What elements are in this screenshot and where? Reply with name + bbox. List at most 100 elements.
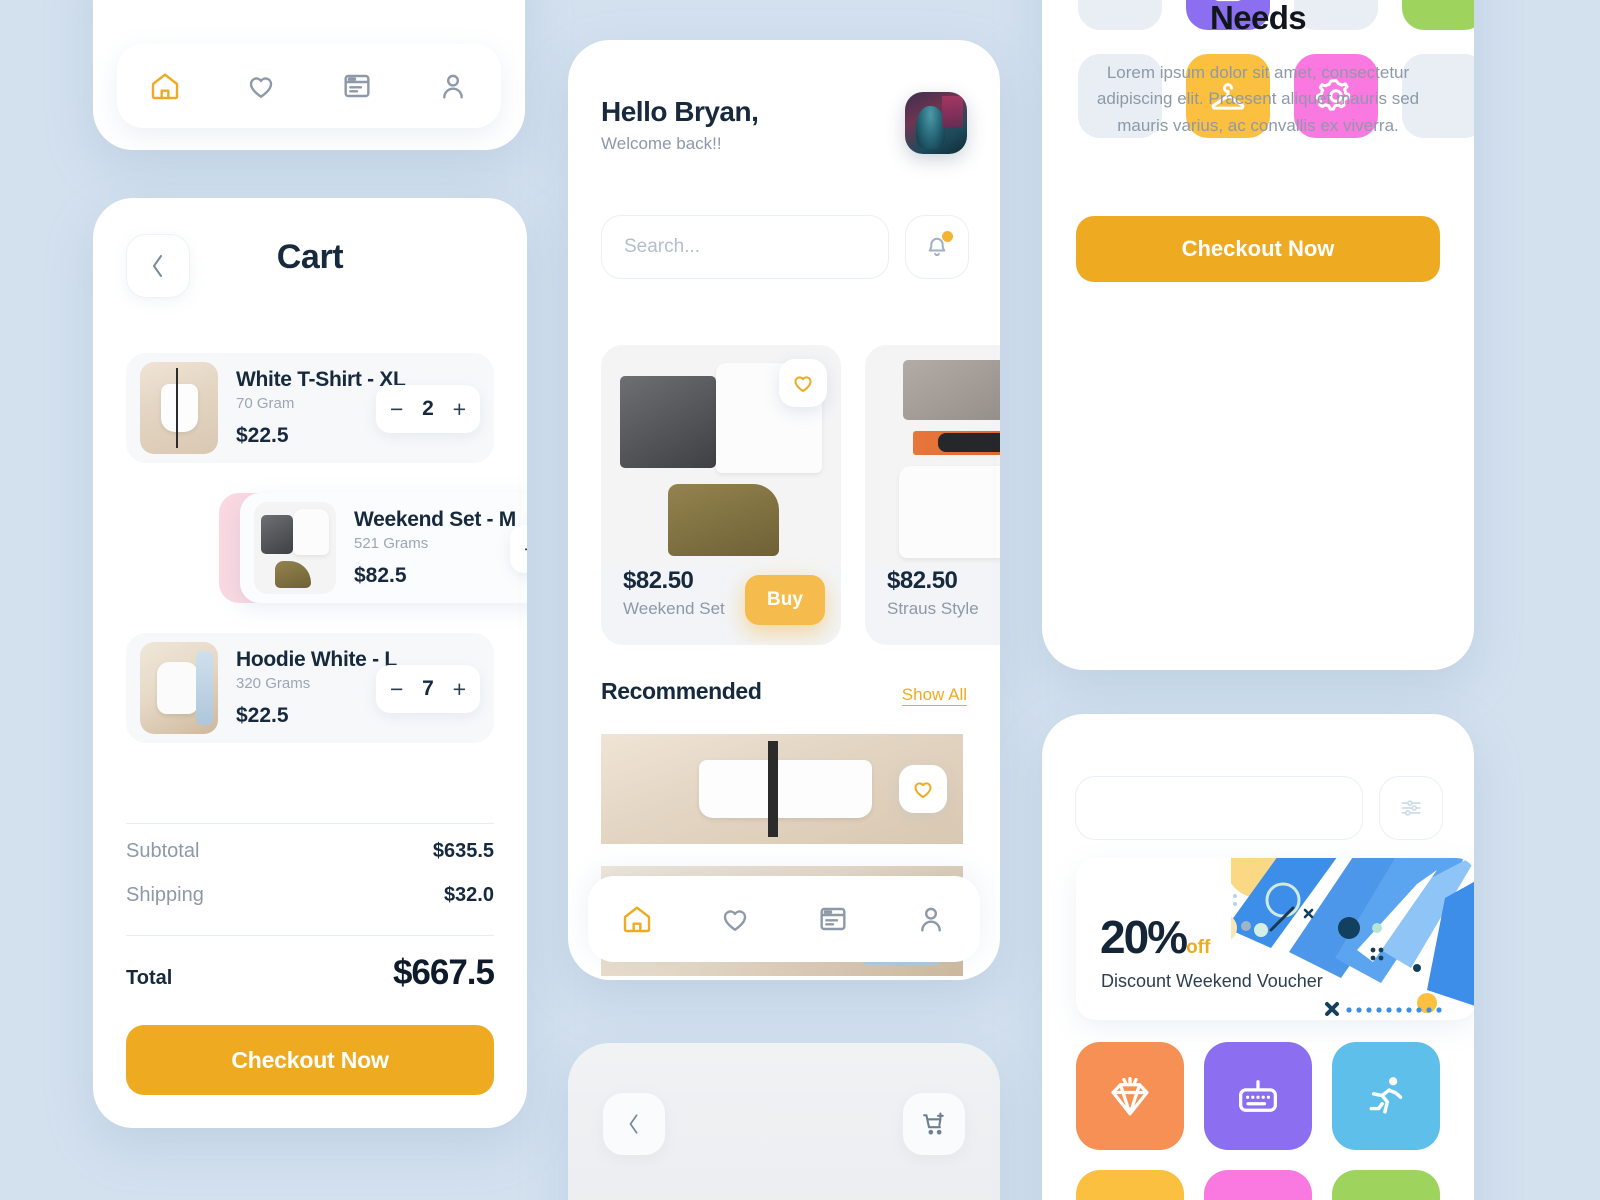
filter-button[interactable] bbox=[1379, 776, 1443, 840]
product-thumbnail bbox=[601, 734, 963, 844]
detail-back-button[interactable] bbox=[603, 1093, 665, 1155]
search-input[interactable] bbox=[1100, 797, 1345, 819]
quantity-stepper[interactable]: − 2 + bbox=[376, 385, 480, 433]
divider bbox=[126, 935, 494, 936]
total-value: $667.5 bbox=[392, 953, 495, 992]
running-icon bbox=[1369, 1077, 1403, 1114]
bottom-navbar bbox=[117, 44, 501, 128]
diamond-icon bbox=[1111, 1076, 1149, 1116]
voucher-artwork bbox=[1231, 858, 1474, 1020]
add-to-cart-button[interactable] bbox=[903, 1093, 965, 1155]
add-to-cart-icon bbox=[923, 1112, 944, 1135]
voucher-card[interactable]: 20%off Discount Weekend Voucher bbox=[1076, 858, 1474, 1020]
product-detail-panel bbox=[568, 1043, 1000, 1200]
cart-panel: Cart White T-Shirt - XL 70 Gram $22.5 − … bbox=[93, 198, 527, 1128]
category-tile-pink[interactable] bbox=[1204, 1170, 1312, 1200]
app-stage: Cart White T-Shirt - XL 70 Gram $22.5 − … bbox=[0, 0, 1600, 1200]
join-body-text: Lorem ipsum dolor sit amet, consectetur … bbox=[1096, 63, 1420, 135]
nav-user-icon[interactable] bbox=[436, 69, 470, 103]
voucher-off-label: off bbox=[1186, 937, 1211, 958]
qty-increment-button[interactable]: + bbox=[453, 676, 466, 703]
cart-row-foreground[interactable]: Weekend Set - M 521 Grams $82.5 − 3 + bbox=[240, 493, 527, 603]
notification-button[interactable] bbox=[905, 215, 969, 279]
cart-item-price: $82.5 bbox=[354, 564, 407, 587]
nav-heart-icon[interactable] bbox=[244, 69, 278, 103]
product-card-0[interactable]: $82.50 Weekend Set Buy bbox=[601, 345, 841, 645]
category-tile-green[interactable] bbox=[1332, 1170, 1440, 1200]
quantity-stepper[interactable]: − 7 + bbox=[376, 665, 480, 713]
summary-label: Shipping bbox=[126, 884, 204, 906]
cart-row-2[interactable]: Hoodie White - L 320 Grams $22.5 − 7 + bbox=[126, 633, 494, 743]
category-tile-yellow[interactable] bbox=[1076, 1170, 1184, 1200]
qty-decrement-button[interactable]: − bbox=[524, 536, 527, 563]
recommended-item-0[interactable]: White T-Shirt Combad 24s $22.50 $30.00 bbox=[601, 734, 963, 844]
join-checkout-button[interactable]: Checkout Now bbox=[1076, 216, 1440, 282]
summary-row-shipping: Shipping $32.0 bbox=[126, 884, 494, 907]
total-row: Total $667.5 bbox=[126, 953, 495, 993]
greeting-subtitle: Welcome back!! bbox=[601, 134, 722, 153]
favorite-button[interactable] bbox=[779, 359, 827, 407]
cart-item-weight: 521 Grams bbox=[354, 535, 429, 552]
left-nav-panel bbox=[93, 0, 525, 150]
quantity-stepper[interactable]: − 3 + bbox=[510, 525, 527, 573]
product-name: Straus Style bbox=[887, 599, 979, 618]
qty-increment-button[interactable]: + bbox=[453, 396, 466, 423]
join-title: Let's Join & Find Your Needs bbox=[1209, 0, 1307, 36]
favorite-button[interactable] bbox=[899, 765, 947, 813]
divider bbox=[126, 823, 494, 824]
search-bar[interactable] bbox=[1075, 776, 1363, 840]
avatar[interactable] bbox=[905, 92, 967, 154]
search-bar[interactable] bbox=[601, 215, 889, 279]
nav-heart-icon[interactable] bbox=[718, 902, 752, 936]
voucher-caption: Discount Weekend Voucher bbox=[1101, 971, 1323, 991]
nav-home-icon[interactable] bbox=[148, 69, 182, 103]
home-panel: Hello Bryan, Welcome back!! $82.50 Weeke… bbox=[568, 40, 1000, 980]
product-card-1[interactable]: $82.50 Straus Style bbox=[865, 345, 1000, 645]
qty-value: 2 bbox=[422, 397, 434, 420]
category-tile-keyboard[interactable] bbox=[1204, 1042, 1312, 1150]
greeting-block: Hello Bryan, Welcome back!! bbox=[601, 96, 759, 154]
cart-item-name: Weekend Set - M bbox=[354, 508, 516, 531]
search-input[interactable] bbox=[624, 236, 869, 258]
category-tile-grid-2 bbox=[1076, 1042, 1440, 1200]
nav-user-icon[interactable] bbox=[914, 902, 948, 936]
chevron-left-icon bbox=[629, 1114, 638, 1134]
voucher-percent: 20%off bbox=[1100, 911, 1211, 963]
heart-icon bbox=[794, 376, 812, 392]
product-footer: $82.50 Straus Style bbox=[865, 559, 1000, 645]
product-price: $82.50 bbox=[887, 567, 958, 594]
notification-badge bbox=[942, 231, 953, 242]
qty-decrement-button[interactable]: − bbox=[390, 676, 403, 703]
home-bottom-navbar bbox=[588, 876, 980, 962]
greeting-title: Hello Bryan, bbox=[601, 96, 759, 127]
product-thumbnail bbox=[140, 642, 218, 734]
qty-value: 7 bbox=[422, 677, 434, 700]
category-tile-diamond[interactable] bbox=[1076, 1042, 1184, 1150]
nav-browser-icon[interactable] bbox=[340, 69, 374, 103]
cart-row-0[interactable]: White T-Shirt - XL 70 Gram $22.5 − 2 + bbox=[126, 353, 494, 463]
qty-decrement-button[interactable]: − bbox=[390, 396, 403, 423]
checkout-button[interactable]: Checkout Now bbox=[126, 1025, 494, 1095]
recommended-heading: Recommended bbox=[601, 678, 762, 704]
product-thumbnail bbox=[140, 362, 218, 454]
categories-panel: Let's Join & Find Your Needs Lorem ipsum… bbox=[1042, 0, 1474, 670]
summary-row-subtotal: Subtotal $635.5 bbox=[126, 840, 494, 863]
buy-button[interactable]: Buy bbox=[745, 575, 825, 625]
product-thumbnail bbox=[254, 502, 336, 594]
cart-header: Cart bbox=[93, 198, 527, 318]
total-label: Total bbox=[126, 967, 173, 989]
keyboard-icon bbox=[1239, 1080, 1277, 1112]
summary-label: Subtotal bbox=[126, 840, 200, 862]
summary-value: $635.5 bbox=[432, 840, 494, 862]
summary-value: $32.0 bbox=[443, 884, 494, 906]
heart-icon bbox=[914, 782, 932, 798]
page-title: Cart bbox=[276, 238, 344, 276]
product-image bbox=[865, 345, 1000, 565]
nav-browser-icon[interactable] bbox=[816, 902, 850, 936]
show-all-link[interactable]: Show All bbox=[901, 685, 967, 706]
sliders-icon bbox=[1401, 800, 1421, 816]
category-tile-running[interactable] bbox=[1332, 1042, 1440, 1150]
cart-row-1[interactable]: Weekend Set - M 521 Grams $82.5 − 3 + bbox=[126, 493, 527, 603]
nav-home-icon[interactable] bbox=[620, 902, 654, 936]
blue-abstract-shapes-icon bbox=[1231, 858, 1474, 1016]
